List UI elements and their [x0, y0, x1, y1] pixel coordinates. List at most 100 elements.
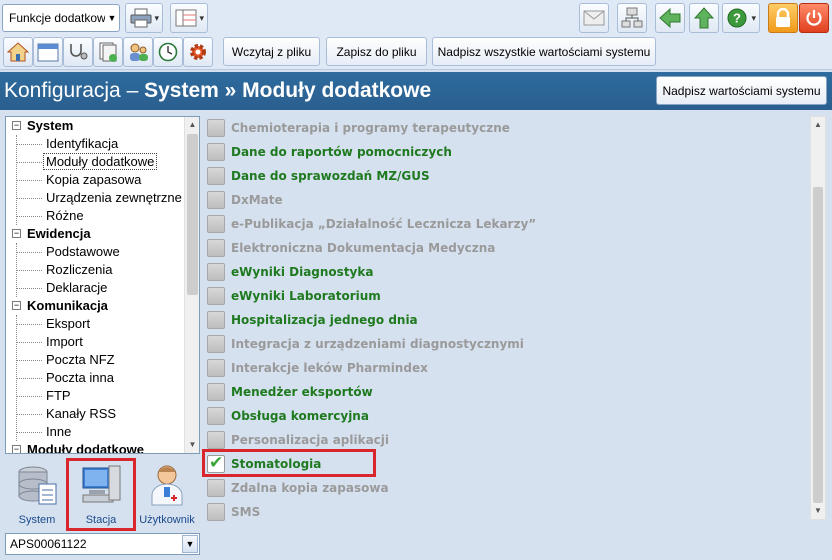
tree-item[interactable]: Podstawowe	[6, 243, 184, 261]
modules-scrollbar[interactable]: ▲ ▼	[810, 116, 826, 520]
home-button[interactable]	[3, 37, 33, 67]
tree-item[interactable]: Deklaracje	[6, 279, 184, 297]
module-checkbox[interactable]	[207, 383, 225, 401]
tree-item[interactable]: Poczta inna	[6, 369, 184, 387]
tree-item[interactable]: Eksport	[6, 315, 184, 333]
back-button[interactable]	[655, 3, 685, 33]
chevron-down-icon[interactable]: ▼	[182, 535, 198, 553]
documents-button[interactable]	[93, 37, 123, 67]
tree-item-label: Identyfikacja	[46, 136, 119, 151]
module-checkbox[interactable]	[207, 287, 225, 305]
module-checkbox[interactable]	[207, 479, 225, 497]
modules-button[interactable]	[183, 37, 213, 67]
module-checkbox[interactable]	[207, 119, 225, 137]
tree-item-label: Kanały RSS	[46, 406, 117, 421]
nav-system[interactable]: System	[5, 462, 69, 528]
module-row[interactable]: Chemioterapia i programy terapeutyczne	[204, 116, 808, 140]
collapse-icon[interactable]: −	[12, 445, 21, 453]
module-checkbox[interactable]	[207, 503, 225, 521]
module-row[interactable]: Zdalna kopia zapasowa	[204, 476, 808, 500]
calendar-button[interactable]	[33, 37, 63, 67]
help-icon: ?	[727, 8, 747, 28]
tree-group[interactable]: − Moduły dodatkowe	[6, 441, 184, 453]
tree-scrollbar[interactable]: ▲ ▼	[184, 117, 199, 453]
module-row[interactable]: Obsługa komercyjna	[204, 404, 808, 428]
tree-item[interactable]: Poczta NFZ	[6, 351, 184, 369]
module-row[interactable]: Integracja z urządzeniami diagnostycznym…	[204, 332, 808, 356]
module-checkbox[interactable]	[207, 359, 225, 377]
tree-group-label: Komunikacja	[27, 298, 108, 313]
people-icon	[130, 43, 148, 61]
module-row[interactable]: Interakcje leków Pharmindex	[204, 356, 808, 380]
tree-item-label: Deklaracje	[46, 280, 108, 295]
tree-item[interactable]: Kopia zapasowa	[6, 171, 184, 189]
tree-item[interactable]: Rozliczenia	[6, 261, 184, 279]
scroll-up-icon[interactable]: ▲	[185, 117, 199, 133]
module-row[interactable]: eWyniki Diagnostyka	[204, 260, 808, 284]
module-checkbox[interactable]	[207, 215, 225, 233]
gear-icon	[190, 44, 206, 60]
module-row[interactable]: Dane do sprawozdań MZ/GUS	[204, 164, 808, 188]
module-row[interactable]: e-Publikacja „Działalność Lecznicza Leka…	[204, 212, 808, 236]
tree-item[interactable]: Różne	[6, 207, 184, 225]
module-label: Hospitalizacja jednego dnia	[231, 313, 418, 327]
module-checkbox[interactable]	[207, 191, 225, 209]
collapse-icon[interactable]: −	[12, 229, 21, 238]
mail-button[interactable]	[579, 3, 609, 33]
stethoscope-button[interactable]	[63, 37, 93, 67]
module-checkbox[interactable]	[207, 167, 225, 185]
print-button[interactable]	[125, 3, 163, 33]
module-checkbox[interactable]	[207, 431, 225, 449]
tree-group[interactable]: − Ewidencja	[6, 225, 184, 243]
load-from-file-button[interactable]: Wczytaj z pliku	[223, 37, 320, 66]
network-button[interactable]	[617, 3, 647, 33]
module-checkbox[interactable]	[207, 239, 225, 257]
scroll-up-icon[interactable]: ▲	[811, 117, 825, 133]
module-label: SMS	[231, 505, 261, 519]
module-checkbox[interactable]	[207, 143, 225, 161]
overwrite-all-button[interactable]: Nadpisz wszystkie wartościami systemu	[432, 37, 656, 66]
module-row[interactable]: Elektroniczna Dokumentacja Medyczna	[204, 236, 808, 260]
tree-item[interactable]: Kanały RSS	[6, 405, 184, 423]
tree-scrollbar-thumb[interactable]	[187, 134, 198, 295]
layout-button[interactable]	[170, 3, 208, 33]
module-row[interactable]: Hospitalizacja jednego dnia	[204, 308, 808, 332]
module-label: Elektroniczna Dokumentacja Medyczna	[231, 241, 496, 255]
module-checkbox[interactable]	[207, 407, 225, 425]
page-title: Konfiguracja – System » Moduły dodatkowe	[4, 79, 431, 103]
module-row[interactable]: Menedżer eksportów	[204, 380, 808, 404]
save-to-file-button[interactable]: Zapisz do pliku	[326, 37, 427, 66]
up-button[interactable]	[689, 3, 719, 33]
patients-button[interactable]	[123, 37, 153, 67]
tree-item[interactable]: FTP	[6, 387, 184, 405]
nav-user[interactable]: Użytkownik	[135, 462, 199, 528]
module-checkbox[interactable]	[207, 311, 225, 329]
tree-item[interactable]: Identyfikacja	[6, 135, 184, 153]
module-checkbox[interactable]	[207, 263, 225, 281]
tree-item[interactable]: Moduły dodatkowe	[6, 153, 184, 171]
tree-item[interactable]: Inne	[6, 423, 184, 441]
module-row[interactable]: DxMate	[204, 188, 808, 212]
tree-group[interactable]: − System	[6, 117, 184, 135]
tree-group[interactable]: − Komunikacja	[6, 297, 184, 315]
power-icon	[806, 10, 822, 26]
module-checkbox[interactable]	[207, 335, 225, 353]
scroll-down-icon[interactable]: ▼	[185, 437, 199, 453]
modules-scrollbar-thumb[interactable]	[813, 187, 823, 503]
clock-button[interactable]	[153, 37, 183, 67]
overwrite-with-system-button[interactable]: Nadpisz wartościami systemu	[656, 76, 827, 105]
collapse-icon[interactable]: −	[12, 121, 21, 130]
help-button[interactable]: ?	[722, 3, 760, 33]
module-row[interactable]: SMS	[204, 500, 808, 524]
tree-item[interactable]: Import	[6, 333, 184, 351]
scroll-down-icon[interactable]: ▼	[811, 503, 825, 519]
tree-item-label: Różne	[46, 208, 84, 223]
tree-item[interactable]: Urządzenia zewnętrzne	[6, 189, 184, 207]
collapse-icon[interactable]: −	[12, 301, 21, 310]
station-select[interactable]: APS00061122 ▼	[5, 533, 200, 555]
functions-combo[interactable]: Funkcje dodatkowe ▼	[2, 4, 120, 32]
power-button[interactable]	[799, 3, 829, 33]
module-row[interactable]: Dane do raportów pomocniczych	[204, 140, 808, 164]
module-row[interactable]: eWyniki Laboratorium	[204, 284, 808, 308]
lock-button[interactable]	[768, 3, 798, 33]
